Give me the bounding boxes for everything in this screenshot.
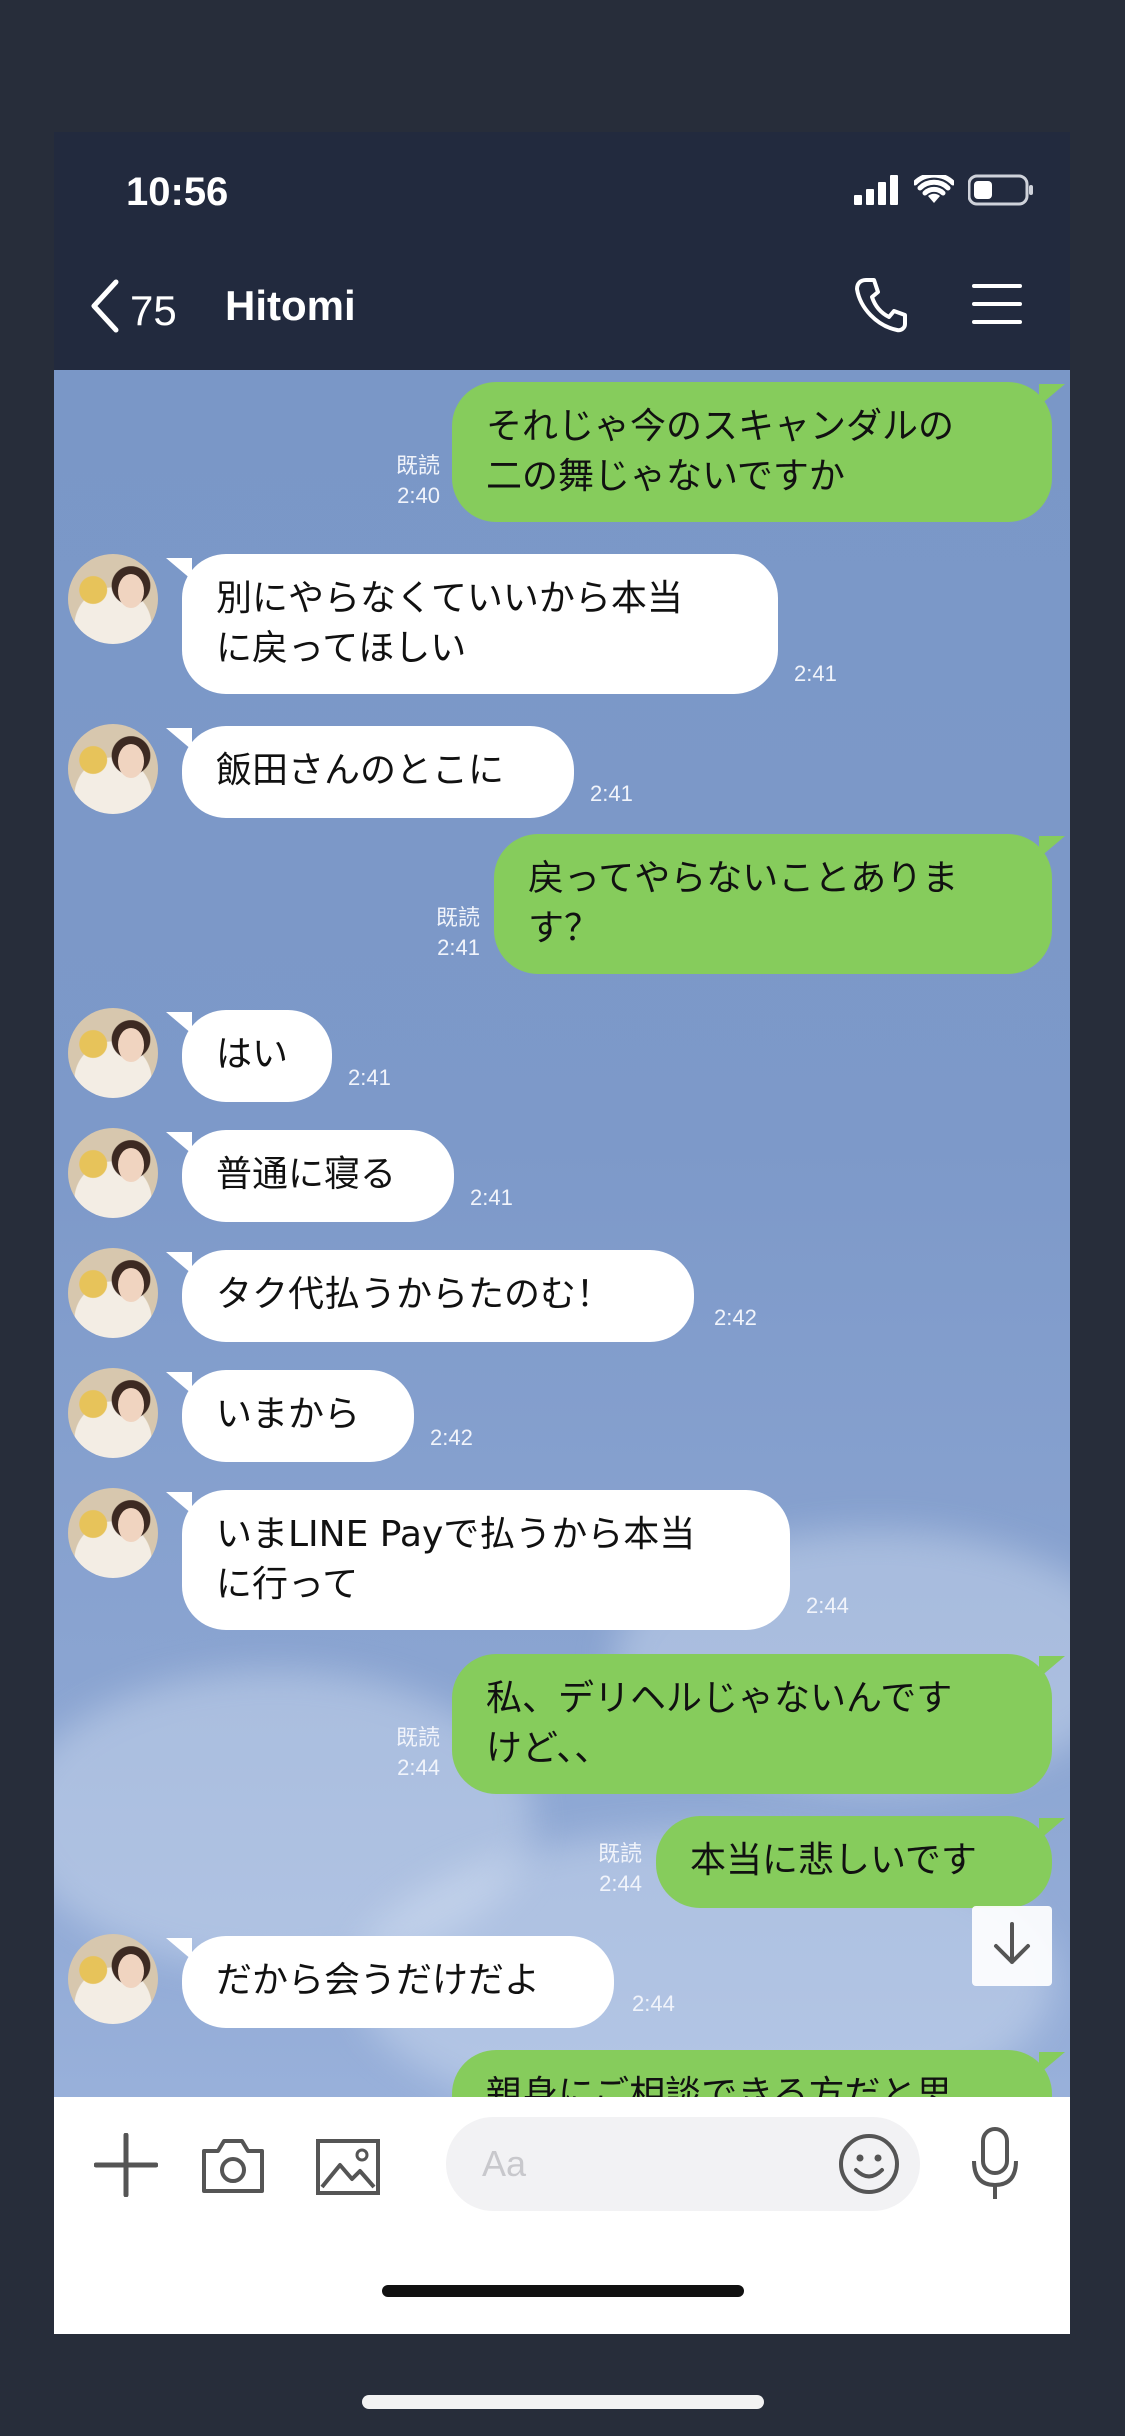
- outgoing-message[interactable]: それじゃ今のスキャンダルの 二の舞じゃないですか: [452, 382, 1052, 522]
- message-time: 2:42: [714, 1305, 757, 1330]
- message-time: 2:41: [470, 1185, 513, 1210]
- avatar[interactable]: [68, 1008, 158, 1098]
- message-time: 2:40: [397, 483, 440, 508]
- home-indicator-outer[interactable]: [362, 2395, 764, 2409]
- menu-button[interactable]: [972, 282, 1022, 330]
- avatar[interactable]: [68, 1368, 158, 1458]
- message-time: 2:41: [794, 661, 837, 686]
- avatar[interactable]: [68, 1488, 158, 1578]
- input-bar: [54, 2097, 1070, 2334]
- avatar[interactable]: [68, 554, 158, 644]
- chat-area[interactable]: それじゃ今のスキャンダルの 二の舞じゃないですか 既読 2:40 別にやらなくて…: [54, 370, 1070, 2097]
- signal-icon: [854, 175, 900, 209]
- outgoing-message[interactable]: 親身にご相談できる方だと思: [452, 2050, 1052, 2097]
- chat-title: Hitomi: [225, 282, 356, 329]
- outgoing-message[interactable]: 私、デリヘルじゃないんです けど、、: [452, 1654, 1052, 1794]
- message-time: 2:44: [599, 1871, 642, 1896]
- incoming-message[interactable]: 飯田さんのとこに: [182, 726, 574, 818]
- call-button[interactable]: [854, 276, 908, 338]
- image-button[interactable]: [316, 2139, 380, 2199]
- read-receipt: 既読: [435, 905, 480, 930]
- read-receipt: 既読: [395, 453, 440, 478]
- message-time: 2:41: [590, 781, 633, 806]
- message-time: 2:41: [348, 1065, 391, 1090]
- outgoing-message[interactable]: 本当に悲しいです: [656, 1816, 1052, 1908]
- incoming-message[interactable]: 別にやらなくていいから本当 に戻ってほしい: [182, 554, 778, 694]
- read-receipt: 既読: [395, 1725, 440, 1750]
- hamburger-menu-icon: [972, 284, 1022, 330]
- read-receipt: 既読: [597, 1841, 642, 1866]
- emoji-button[interactable]: [838, 2133, 900, 2199]
- avatar[interactable]: [68, 724, 158, 814]
- incoming-message[interactable]: タク代払うからたのむ！: [182, 1250, 694, 1342]
- smiley-icon: [838, 2134, 900, 2199]
- incoming-message[interactable]: はい: [182, 1010, 332, 1102]
- message-time: 2:42: [430, 1425, 473, 1450]
- incoming-message[interactable]: 普通に寝る: [182, 1130, 454, 1222]
- avatar[interactable]: [68, 1128, 158, 1218]
- incoming-message[interactable]: いまLINE Payで払うから本当 に行って: [182, 1490, 790, 1630]
- home-indicator[interactable]: [382, 2285, 744, 2297]
- status-icons: [854, 172, 1034, 210]
- phone-screen: 10:56 75 Hitomi それじゃ今のスキャンダルの 二の舞じゃないですか…: [54, 132, 1070, 2334]
- back-button[interactable]: 75: [88, 278, 177, 344]
- arrow-down-icon: [992, 1922, 1032, 1970]
- top-bar: 10:56 75 Hitomi: [54, 132, 1070, 370]
- message-time: 2:44: [806, 1593, 849, 1618]
- message-time: 2:41: [437, 935, 480, 960]
- avatar[interactable]: [68, 1934, 158, 2024]
- add-button[interactable]: [93, 2132, 159, 2201]
- incoming-message[interactable]: だから会うだけだよ: [182, 1936, 614, 2028]
- chevron-left-icon: [88, 278, 122, 344]
- unread-count: 75: [130, 287, 177, 334]
- battery-icon: [967, 174, 1034, 210]
- image-icon: [316, 2139, 380, 2199]
- status-time: 10:56: [126, 170, 229, 214]
- microphone-icon: [970, 2127, 1020, 2205]
- message-time: 2:44: [632, 1991, 675, 2016]
- plus-icon: [93, 2132, 159, 2201]
- wifi-icon: [912, 172, 956, 209]
- phone-icon: [854, 278, 908, 338]
- outgoing-message[interactable]: 戻ってやらないことありま す？: [494, 834, 1052, 974]
- scroll-to-bottom-button[interactable]: [972, 1906, 1052, 1986]
- camera-button[interactable]: [200, 2137, 266, 2199]
- incoming-message[interactable]: いまから: [182, 1370, 414, 1462]
- camera-icon: [200, 2139, 266, 2199]
- voice-button[interactable]: [970, 2127, 1020, 2205]
- message-time: 2:44: [397, 1755, 440, 1780]
- avatar[interactable]: [68, 1248, 158, 1338]
